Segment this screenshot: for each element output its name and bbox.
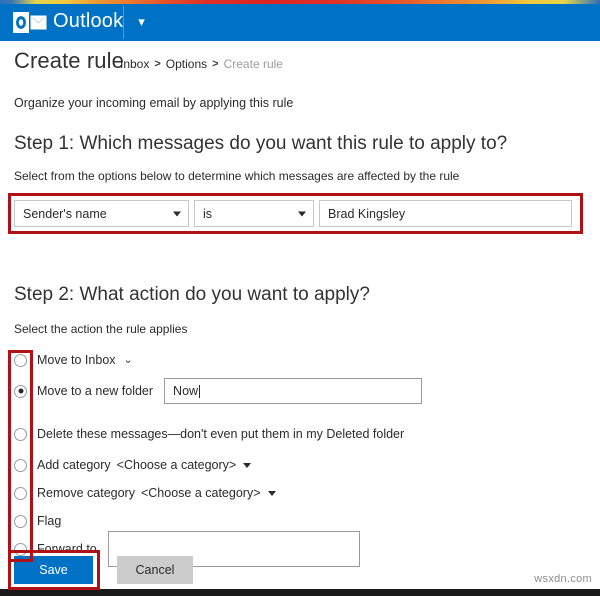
condition-operator-select[interactable]: is bbox=[194, 200, 314, 227]
action-label: Flag bbox=[37, 514, 62, 528]
action-option-move-to-new-folder[interactable]: Move to a new folder Now bbox=[14, 378, 423, 404]
breadcrumb: Inbox > Options > Create rule bbox=[120, 57, 283, 71]
watermark: wsxdn.com bbox=[534, 573, 592, 585]
radio-move-to-inbox[interactable] bbox=[14, 353, 27, 367]
cancel-button[interactable]: Cancel bbox=[117, 556, 193, 584]
bottom-bar bbox=[0, 589, 600, 596]
new-folder-name-value: Now bbox=[173, 384, 199, 398]
condition-value-input[interactable]: Brad Kingsley bbox=[319, 200, 572, 227]
radio-forward-to[interactable] bbox=[14, 542, 27, 556]
chevron-down-icon bbox=[173, 211, 181, 216]
action-option-delete-messages[interactable]: Delete these messages—don't even put the… bbox=[14, 423, 404, 445]
radio-remove-category[interactable] bbox=[14, 486, 27, 500]
text-cursor bbox=[199, 384, 201, 398]
remove-category-chooser[interactable]: <Choose a category> bbox=[141, 486, 261, 500]
radio-delete-messages[interactable] bbox=[14, 427, 27, 441]
top-accent-strip bbox=[0, 0, 600, 4]
brand-label: Outlook bbox=[53, 10, 124, 32]
app-header: Outlook ▾ bbox=[0, 3, 600, 41]
condition-operator-value: is bbox=[203, 206, 213, 221]
action-label: Delete these messages—don't even put the… bbox=[37, 427, 405, 441]
radio-flag[interactable] bbox=[14, 514, 27, 528]
save-button[interactable]: Save bbox=[14, 556, 93, 584]
step2-subtext: Select the action the rule applies bbox=[14, 322, 188, 336]
step1-subtext: Select from the options below to determi… bbox=[14, 169, 460, 183]
caret-down-icon[interactable] bbox=[243, 462, 252, 468]
condition-row: Sender's name is Brad Kingsley bbox=[14, 199, 577, 228]
radio-move-to-new-folder[interactable] bbox=[14, 384, 27, 398]
breadcrumb-item-current: Create rule bbox=[223, 57, 283, 71]
chevron-down-icon[interactable]: ▾ bbox=[124, 3, 159, 41]
step1-heading: Step 1: Which messages do you want this … bbox=[14, 133, 508, 154]
breadcrumb-separator-icon: > bbox=[154, 58, 161, 70]
action-option-remove-category[interactable]: Remove category <Choose a category> bbox=[14, 482, 276, 504]
action-label: Move to a new folder bbox=[37, 384, 154, 398]
new-folder-name-input[interactable]: Now bbox=[164, 378, 423, 404]
breadcrumb-item-options[interactable]: Options bbox=[166, 57, 207, 71]
radio-add-category[interactable] bbox=[14, 458, 27, 472]
page-title: Create rule bbox=[14, 48, 124, 73]
chevron-down-icon[interactable]: ⌄ bbox=[124, 354, 133, 366]
condition-field-select[interactable]: Sender's name bbox=[14, 200, 189, 227]
caret-down-icon[interactable] bbox=[267, 490, 276, 496]
title-row: Create rule Inbox > Options > Create rul… bbox=[0, 48, 600, 78]
outlook-brand[interactable]: Outlook bbox=[13, 3, 123, 41]
action-label: Add category bbox=[37, 458, 111, 472]
action-label: Remove category bbox=[37, 486, 135, 500]
action-option-flag[interactable]: Flag bbox=[14, 510, 61, 532]
breadcrumb-item-inbox[interactable]: Inbox bbox=[120, 57, 149, 71]
outlook-logo-icon bbox=[13, 11, 47, 33]
chevron-down-icon bbox=[298, 211, 306, 216]
add-category-chooser[interactable]: <Choose a category> bbox=[117, 458, 237, 472]
condition-value-text: Brad Kingsley bbox=[328, 206, 406, 221]
breadcrumb-separator-icon: > bbox=[212, 58, 219, 70]
action-option-add-category[interactable]: Add category <Choose a category> bbox=[14, 454, 252, 476]
action-option-move-to-inbox[interactable]: Move to Inbox ⌄ bbox=[14, 349, 133, 371]
condition-field-value: Sender's name bbox=[23, 206, 107, 221]
action-label: Forward to bbox=[37, 542, 97, 556]
action-label: Move to Inbox bbox=[37, 353, 116, 367]
step2-heading: Step 2: What action do you want to apply… bbox=[14, 284, 370, 305]
intro-text: Organize your incoming email by applying… bbox=[14, 96, 294, 110]
